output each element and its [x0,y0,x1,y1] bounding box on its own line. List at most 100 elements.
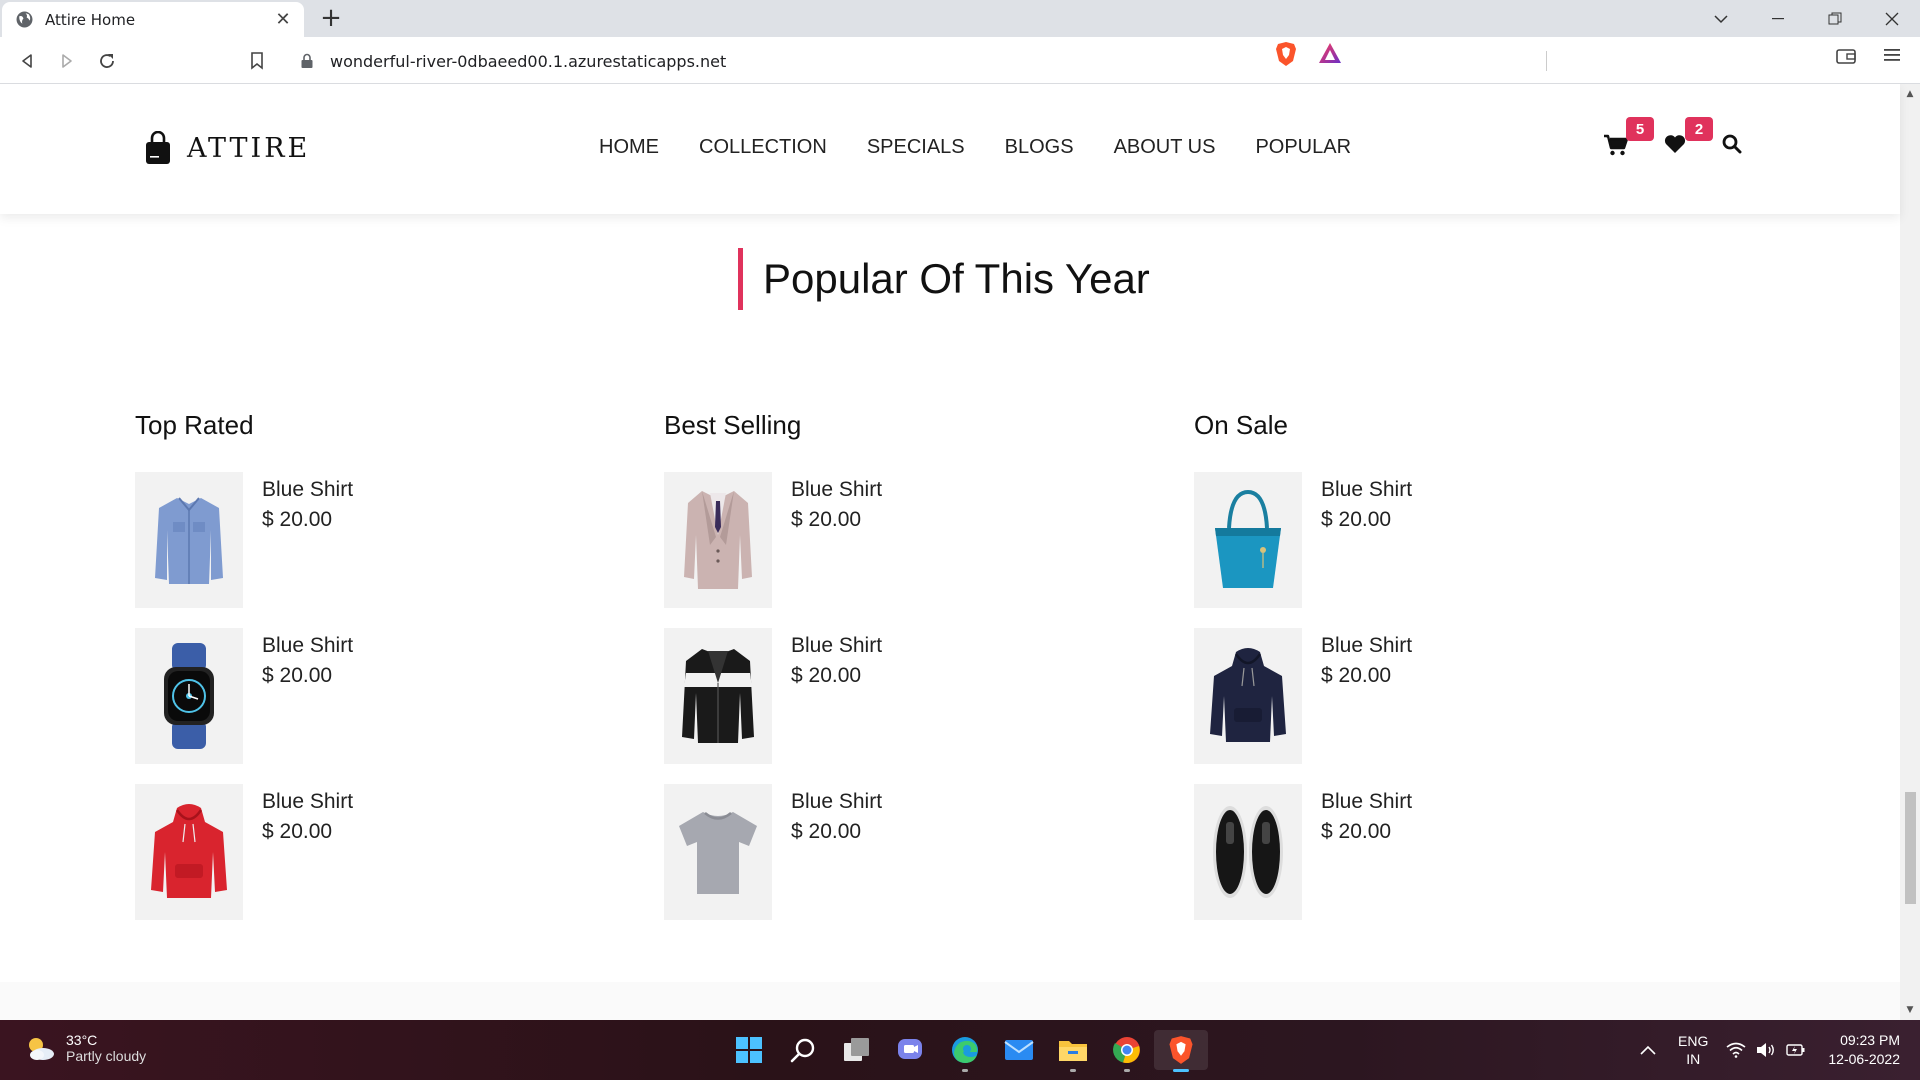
language-indicator[interactable]: ENG IN [1678,1032,1708,1068]
section-heading: Popular Of This Year [738,248,1150,310]
product-price: $ 20.00 [1321,508,1392,531]
wifi-icon[interactable] [1726,1042,1746,1058]
page-scrollbar[interactable]: ▲ ▼ [1900,84,1920,1020]
new-tab-button[interactable]: + [316,4,346,34]
address-bar[interactable]: wonderful-river-0dbaeed00.1.azurestatica… [286,44,1636,78]
task-view-button[interactable] [830,1030,884,1070]
product-name[interactable]: Blue Shirt [791,634,882,658]
chrome-button[interactable] [1100,1030,1154,1072]
product-item[interactable]: Blue Shirt $ 20.00 [664,628,1084,784]
nav-blogs[interactable]: BLOGS [1005,136,1074,159]
product-price: $ 20.00 [1321,820,1392,843]
brave-button[interactable] [1154,1030,1208,1072]
column-on-sale: On Sale Blue Shirt $ 20.00 Blue Shirt $ … [1194,410,1614,940]
product-name[interactable]: Blue Shirt [1321,634,1412,658]
lock-icon [301,53,313,68]
product-item[interactable]: Blue Shirt $ 20.00 [1194,628,1614,784]
scroll-down-arrow[interactable]: ▼ [1900,1002,1920,1018]
section-accent-bar [738,248,743,310]
column-best-selling: Best Selling Blue Shirt $ 20.00 Blue Shi… [664,410,1084,940]
product-price: $ 20.00 [262,508,333,531]
tab-close-button[interactable]: ✕ [272,9,294,30]
product-name[interactable]: Blue Shirt [262,478,353,502]
wishlist-button[interactable]: 2 [1664,117,1713,160]
weather-widget[interactable]: 33°C Partly cloudy [24,1032,146,1064]
taskbar-search-button[interactable] [776,1030,830,1070]
running-indicator [1173,1069,1189,1072]
product-item[interactable]: Blue Shirt $ 20.00 [664,472,1084,628]
product-image-smart-watch[interactable] [135,628,243,764]
product-price: $ 20.00 [791,664,862,687]
clock-time: 09:23 PM [1840,1032,1900,1048]
weather-temperature: 33°C [66,1032,98,1048]
logo-text: ATTIRE [187,132,311,164]
browser-toolbar: wonderful-river-0dbaeed00.1.azurestatica… [0,37,1920,84]
mail-button[interactable] [992,1030,1046,1070]
product-image-navy-hoodie[interactable] [1194,628,1302,764]
nav-home[interactable]: HOME [599,136,659,159]
start-button[interactable] [722,1030,776,1070]
column-heading: On Sale [1194,410,1288,440]
product-image-suit[interactable] [664,472,772,608]
product-image-teal-handbag[interactable] [1194,472,1302,608]
product-price: $ 20.00 [1321,664,1392,687]
column-heading: Best Selling [664,410,802,440]
nav-popular[interactable]: POPULAR [1255,136,1351,159]
product-name[interactable]: Blue Shirt [791,478,882,502]
search-button[interactable] [1722,134,1748,160]
browser-tab[interactable]: Attire Home ✕ [2,2,304,37]
product-name[interactable]: Blue Shirt [262,790,353,814]
close-window-button[interactable] [1863,0,1920,37]
forward-button[interactable] [52,46,82,76]
product-item[interactable]: Blue Shirt $ 20.00 [1194,472,1614,628]
site-logo[interactable]: ATTIRE [145,131,310,165]
edge-button[interactable] [938,1030,992,1072]
nav-about-us[interactable]: ABOUT US [1114,136,1216,159]
product-item[interactable]: Blue Shirt $ 20.00 [135,472,555,628]
forward-icon [62,54,72,68]
product-image-grey-tshirt[interactable] [664,784,772,920]
file-explorer-button[interactable] [1046,1030,1100,1072]
product-name[interactable]: Blue Shirt [791,790,882,814]
nav-collection[interactable]: COLLECTION [699,136,827,159]
menu-icon[interactable] [1884,47,1900,63]
scroll-up-arrow[interactable]: ▲ [1900,86,1920,102]
product-image-red-hoodie[interactable] [135,784,243,920]
product-name[interactable]: Blue Shirt [1321,478,1412,502]
back-button[interactable] [12,46,42,76]
minimize-button[interactable] [1749,0,1806,37]
product-name[interactable]: Blue Shirt [1321,790,1412,814]
restore-button[interactable] [1806,0,1863,37]
tab-search-icon[interactable] [1692,0,1749,37]
system-tray: ENG IN 09:23 PM 12-06-2022 [1640,1030,1900,1070]
tab-title: Attire Home [45,10,136,29]
cart-button[interactable]: 5 [1604,117,1654,160]
product-price: $ 20.00 [262,820,333,843]
bookmark-button[interactable] [242,46,272,76]
reload-icon [100,54,114,68]
product-image-blue-shirt[interactable] [135,472,243,608]
teams-chat-icon [898,1039,922,1059]
product-item[interactable]: Blue Shirt $ 20.00 [664,784,1084,940]
volume-icon[interactable] [1756,1042,1776,1058]
chevron-up-icon[interactable] [1640,1045,1656,1055]
brave-rewards-icon[interactable] [1318,42,1342,64]
edge-icon [952,1037,978,1063]
battery-icon[interactable] [1786,1043,1806,1057]
clock[interactable]: 09:23 PM 12-06-2022 [1828,1031,1900,1069]
product-item[interactable]: Blue Shirt $ 20.00 [135,628,555,784]
product-image-black-jacket[interactable] [664,628,772,764]
wallet-icon[interactable] [1836,47,1856,65]
product-image-black-sneakers[interactable] [1194,784,1302,920]
product-item[interactable]: Blue Shirt $ 20.00 [1194,784,1614,940]
heart-icon [1664,135,1686,153]
product-item[interactable]: Blue Shirt $ 20.00 [135,784,555,940]
column-heading: Top Rated [135,410,254,440]
reload-button[interactable] [92,46,122,76]
nav-specials[interactable]: SPECIALS [867,136,965,159]
brave-shield-icon[interactable] [1275,41,1297,67]
teams-chat-button[interactable] [884,1030,938,1070]
scrollbar-thumb[interactable] [1905,792,1916,904]
product-name[interactable]: Blue Shirt [262,634,353,658]
clock-date: 12-06-2022 [1828,1051,1900,1067]
